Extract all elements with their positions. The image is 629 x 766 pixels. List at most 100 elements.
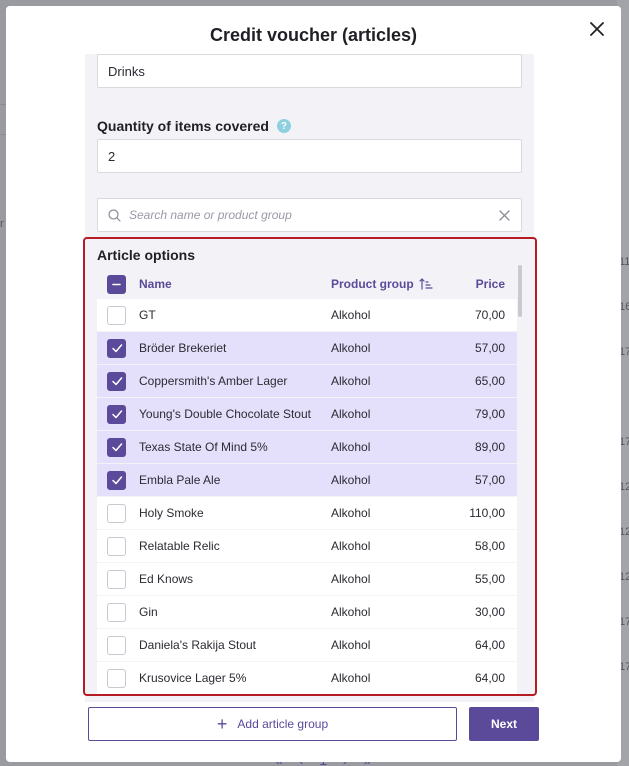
credit-voucher-modal: Credit voucher (articles) Drinks Quantit… bbox=[6, 6, 621, 762]
row-checkbox[interactable] bbox=[107, 338, 126, 358]
checkmark-icon bbox=[111, 476, 122, 485]
article-options-title: Article options bbox=[97, 247, 196, 263]
table-row[interactable]: Ed Knows Alkohol 55,00 bbox=[97, 563, 517, 595]
row-name: Relatable Relic bbox=[139, 539, 220, 553]
row-name: Bröder Brekeriet bbox=[139, 341, 227, 355]
row-name: Young's Double Chocolate Stout bbox=[139, 407, 311, 421]
row-group: Alkohol bbox=[331, 308, 371, 322]
row-checkbox[interactable] bbox=[107, 635, 126, 655]
row-check-cell bbox=[97, 470, 139, 490]
row-checkbox[interactable] bbox=[107, 404, 126, 424]
row-name: Coppersmith's Amber Lager bbox=[139, 374, 288, 388]
column-header-price[interactable]: Price bbox=[449, 277, 505, 291]
article-options-panel: Article options Name Product group Price… bbox=[83, 237, 537, 696]
row-check-cell bbox=[97, 668, 139, 688]
select-all-cell bbox=[97, 274, 139, 294]
sort-ascending-icon bbox=[419, 278, 433, 290]
quantity-label-text: Quantity of items covered bbox=[97, 118, 269, 134]
table-row[interactable]: Bröder Brekeriet Alkohol 57,00 bbox=[97, 332, 517, 364]
row-checkbox[interactable] bbox=[107, 470, 126, 490]
row-price: 58,00 bbox=[474, 539, 505, 553]
row-name: Ed Knows bbox=[139, 572, 194, 586]
checkmark-icon bbox=[111, 377, 122, 386]
table-row[interactable]: Holy Smoke Alkohol 110,00 bbox=[97, 497, 517, 529]
row-name: Embla Pale Ale bbox=[139, 473, 221, 487]
row-checkbox[interactable] bbox=[107, 602, 126, 622]
row-price: 30,00 bbox=[474, 605, 505, 619]
row-checkbox[interactable] bbox=[107, 437, 126, 457]
table-header: Name Product group Price bbox=[97, 271, 517, 297]
table-row[interactable]: Relatable Relic Alkohol 58,00 bbox=[97, 530, 517, 562]
row-price: 57,00 bbox=[474, 473, 505, 487]
next-button[interactable]: Next bbox=[469, 707, 539, 741]
row-group: Alkohol bbox=[331, 440, 371, 454]
table-row[interactable]: Young's Double Chocolate Stout Alkohol 79,… bbox=[97, 398, 517, 430]
row-group: Alkohol bbox=[331, 407, 371, 421]
row-group: Alkohol bbox=[331, 473, 371, 487]
product-group-field[interactable]: Drinks bbox=[97, 54, 522, 88]
close-button[interactable] bbox=[587, 19, 607, 39]
row-checkbox[interactable] bbox=[107, 569, 126, 589]
column-header-group-label: Product group bbox=[331, 277, 414, 291]
select-all-checkbox[interactable] bbox=[107, 274, 126, 294]
close-icon bbox=[498, 209, 510, 221]
quantity-field[interactable]: 2 bbox=[97, 139, 522, 173]
row-price: 70,00 bbox=[474, 308, 505, 322]
table-row[interactable]: Gin Alkohol 30,00 bbox=[97, 596, 517, 628]
table-row[interactable]: GT Alkohol 70,00 bbox=[97, 299, 517, 331]
row-price: 55,00 bbox=[474, 572, 505, 586]
checkmark-icon bbox=[111, 344, 122, 353]
row-price: 79,00 bbox=[474, 407, 505, 421]
row-price: 57,00 bbox=[474, 341, 505, 355]
row-group: Alkohol bbox=[331, 671, 371, 685]
close-icon bbox=[590, 22, 604, 36]
scrollbar[interactable] bbox=[518, 265, 522, 317]
row-name: Texas State Of Mind 5% bbox=[139, 440, 268, 454]
table-row[interactable]: Texas State Of Mind 5% Alkohol 89,00 bbox=[97, 431, 517, 463]
clear-search-button[interactable] bbox=[497, 208, 511, 222]
row-checkbox[interactable] bbox=[107, 668, 126, 688]
row-price: 89,00 bbox=[474, 440, 505, 454]
row-group: Alkohol bbox=[331, 605, 371, 619]
modal-title: Credit voucher (articles) bbox=[209, 25, 418, 45]
search-placeholder: Search name or product group bbox=[129, 208, 292, 222]
table-row[interactable]: Coppersmith's Amber Lager Alkohol 65,00 bbox=[97, 365, 517, 397]
checkmark-icon bbox=[111, 410, 122, 419]
table-row[interactable]: Krusovice Lager 5% Alkohol 64,00 bbox=[97, 662, 517, 694]
column-header-name[interactable]: Name bbox=[139, 277, 331, 291]
row-price: 64,00 bbox=[474, 671, 505, 685]
search-input[interactable]: Search name or product group bbox=[97, 198, 522, 232]
row-name: Krusovice Lager 5% bbox=[139, 671, 247, 685]
row-check-cell bbox=[97, 569, 139, 589]
row-check-cell bbox=[97, 503, 139, 523]
row-price: 64,00 bbox=[474, 638, 505, 652]
row-check-cell bbox=[97, 437, 139, 457]
search-icon bbox=[108, 208, 121, 222]
table-row[interactable]: Daniela's Rakija Stout Alkohol 64,00 bbox=[97, 629, 517, 661]
row-checkbox[interactable] bbox=[107, 371, 126, 391]
table-row[interactable]: Embla Pale Ale Alkohol 57,00 bbox=[97, 464, 517, 496]
help-icon[interactable]: ? bbox=[276, 119, 291, 133]
row-checkbox[interactable] bbox=[107, 536, 126, 556]
row-checkbox[interactable] bbox=[107, 305, 126, 325]
row-price: 65,00 bbox=[474, 374, 505, 388]
quantity-label: Quantity of items covered ? bbox=[97, 118, 291, 134]
row-price: 110,00 bbox=[469, 506, 505, 520]
minus-icon bbox=[112, 283, 121, 285]
row-checkbox[interactable] bbox=[107, 503, 126, 523]
add-article-group-label: Add article group bbox=[237, 717, 329, 731]
background-text: r bbox=[0, 218, 4, 230]
modal-header: Credit voucher (articles) bbox=[6, 6, 621, 58]
column-header-group[interactable]: Product group bbox=[331, 277, 449, 291]
row-name: Gin bbox=[139, 605, 158, 619]
row-group: Alkohol bbox=[331, 506, 371, 520]
row-group: Alkohol bbox=[331, 341, 371, 355]
checkmark-icon bbox=[111, 443, 122, 452]
row-group: Alkohol bbox=[331, 539, 371, 553]
row-group: Alkohol bbox=[331, 374, 371, 388]
row-name: Daniela's Rakija Stout bbox=[139, 638, 257, 652]
add-article-group-button[interactable]: + Add article group bbox=[88, 707, 457, 741]
row-name: Holy Smoke bbox=[139, 506, 204, 520]
article-list: GT Alkohol 70,00 Bröder Brekeriet Alkohol 57,… bbox=[97, 299, 517, 694]
row-check-cell bbox=[97, 305, 139, 325]
